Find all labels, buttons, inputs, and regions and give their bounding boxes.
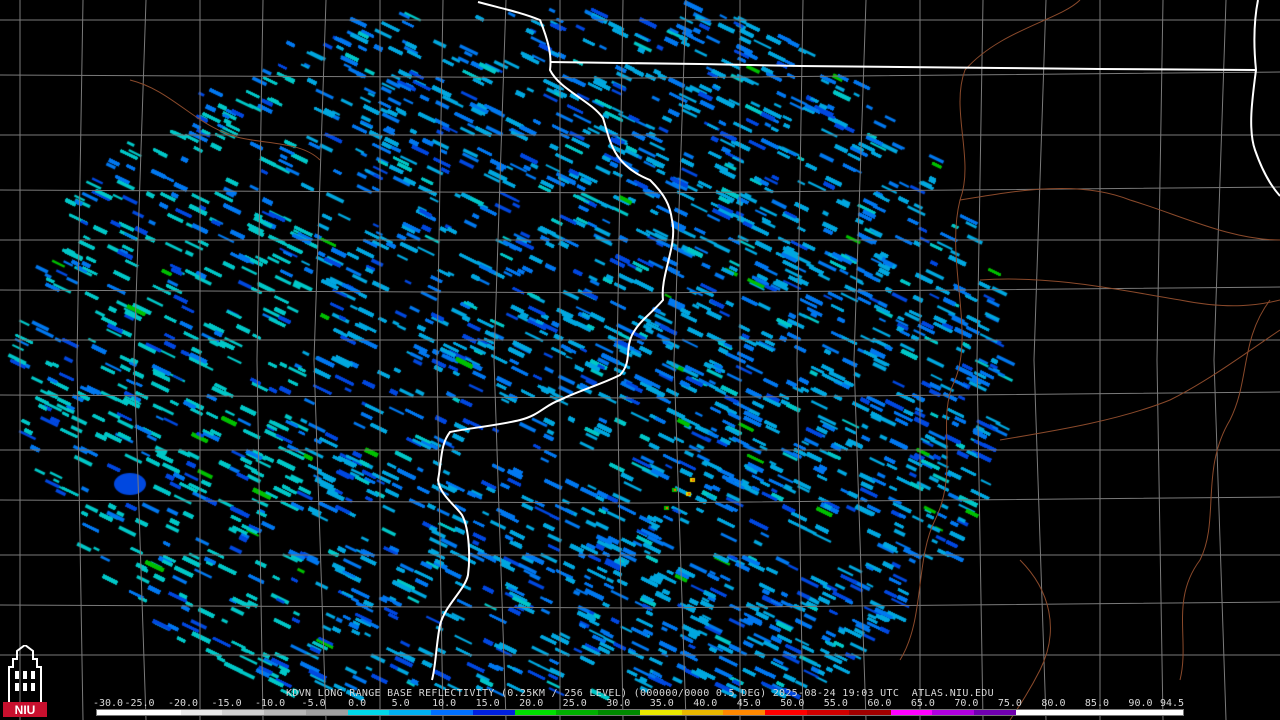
- scale-label: -10.0: [255, 698, 286, 709]
- color-step: [389, 710, 432, 715]
- color-step: [347, 710, 390, 715]
- logo-window: [15, 683, 19, 691]
- scale-label: 70.0: [954, 698, 979, 709]
- color-step: [1099, 710, 1142, 715]
- river: [129, 79, 321, 161]
- color-step: [890, 710, 933, 715]
- scale-label: 94.5: [1159, 698, 1185, 709]
- color-step: [807, 710, 849, 715]
- county-line: [673, 0, 687, 720]
- county-line: [436, 0, 444, 720]
- color-step: [765, 710, 808, 715]
- county-line: [313, 0, 327, 720]
- radar-screen: KDVN LONG RANGE BASE REFLECTIVITY (0.25K…: [0, 0, 1280, 720]
- river: [979, 278, 1280, 307]
- scale-label: 75.0: [997, 698, 1022, 709]
- color-step: [1057, 710, 1100, 715]
- river: [1179, 299, 1271, 681]
- scale-label: -30.0: [92, 698, 124, 709]
- state-line-north: [549, 61, 1257, 71]
- color-step: [180, 710, 223, 715]
- county-line: [76, 0, 84, 720]
- river: [999, 329, 1280, 441]
- scale-label: 85.0: [1084, 698, 1109, 709]
- county-line: [1156, 0, 1164, 720]
- logo-window: [15, 671, 19, 679]
- color-step: [264, 710, 306, 715]
- logo-window: [23, 671, 27, 679]
- scale-label: 15.0: [475, 698, 500, 709]
- color-step: [1015, 710, 1058, 715]
- map-overlay: [0, 0, 1280, 720]
- color-step: [97, 710, 139, 715]
- state-line-mississippi-river: [431, 1, 675, 681]
- logo-window: [23, 683, 27, 691]
- niu-logo: NIU: [3, 645, 47, 717]
- county-line: [1213, 0, 1227, 720]
- scale-label: 65.0: [910, 698, 935, 709]
- rivers: [129, 0, 1280, 720]
- color-step: [472, 710, 515, 715]
- color-step: [222, 710, 265, 715]
- county-line: [0, 391, 1280, 399]
- scale-label: 45.0: [736, 698, 761, 709]
- scale-label: -20.0: [167, 698, 199, 709]
- scale-label: 20.0: [519, 698, 544, 709]
- logo-window: [31, 683, 35, 691]
- reflectivity-scale-labels: -30.0 -25.0 -20.0 -15.0 -10.0 -5.0 0.0 5.0 10.0 1…: [92, 698, 1185, 709]
- color-step: [598, 710, 640, 715]
- color-step: [431, 710, 473, 715]
- scale-label: 80.0: [1041, 698, 1066, 709]
- color-step: [556, 710, 599, 715]
- river: [899, 0, 1081, 661]
- logo-window: [31, 671, 35, 679]
- county-line: [493, 0, 507, 720]
- county-line: [1033, 0, 1047, 720]
- county-line: [0, 496, 1280, 504]
- scale-label: 0.0: [348, 698, 367, 709]
- scale-label: 30.0: [606, 698, 631, 709]
- color-step: [974, 710, 1016, 715]
- color-step: [681, 710, 724, 715]
- color-step: [138, 710, 181, 715]
- scale-label: -15.0: [211, 698, 242, 709]
- county-line: [0, 601, 1280, 609]
- color-step: [639, 710, 682, 715]
- color-step: [848, 710, 891, 715]
- color-step: [305, 710, 348, 715]
- scale-label: -25.0: [124, 698, 155, 709]
- county-boundaries: [0, 0, 1280, 720]
- scale-label: 55.0: [823, 698, 848, 709]
- scale-label: -5.0: [301, 698, 326, 709]
- county-line: [0, 71, 1280, 79]
- county-line: [976, 0, 984, 720]
- color-step: [1141, 710, 1183, 715]
- reflectivity-color-bar: [96, 709, 1184, 716]
- scale-label: 10.0: [432, 698, 457, 709]
- state-line-east: [1250, 0, 1280, 197]
- county-line: [0, 286, 1280, 294]
- scale-label: 35.0: [649, 698, 674, 709]
- county-line: [796, 0, 804, 720]
- county-line: [853, 0, 867, 720]
- color-step: [514, 710, 557, 715]
- color-step: [932, 710, 975, 715]
- scale-label: 90.0: [1128, 698, 1153, 709]
- scale-label: 60.0: [867, 698, 892, 709]
- county-line: [133, 0, 147, 720]
- logo-text: NIU: [15, 703, 36, 717]
- county-line: [256, 0, 264, 720]
- color-step: [723, 710, 766, 715]
- scale-label: 40.0: [693, 698, 718, 709]
- scale-label: 50.0: [780, 698, 805, 709]
- scale-label: 25.0: [562, 698, 587, 709]
- river: [959, 187, 1280, 241]
- scale-label: 5.0: [391, 698, 410, 709]
- county-line: [616, 0, 624, 720]
